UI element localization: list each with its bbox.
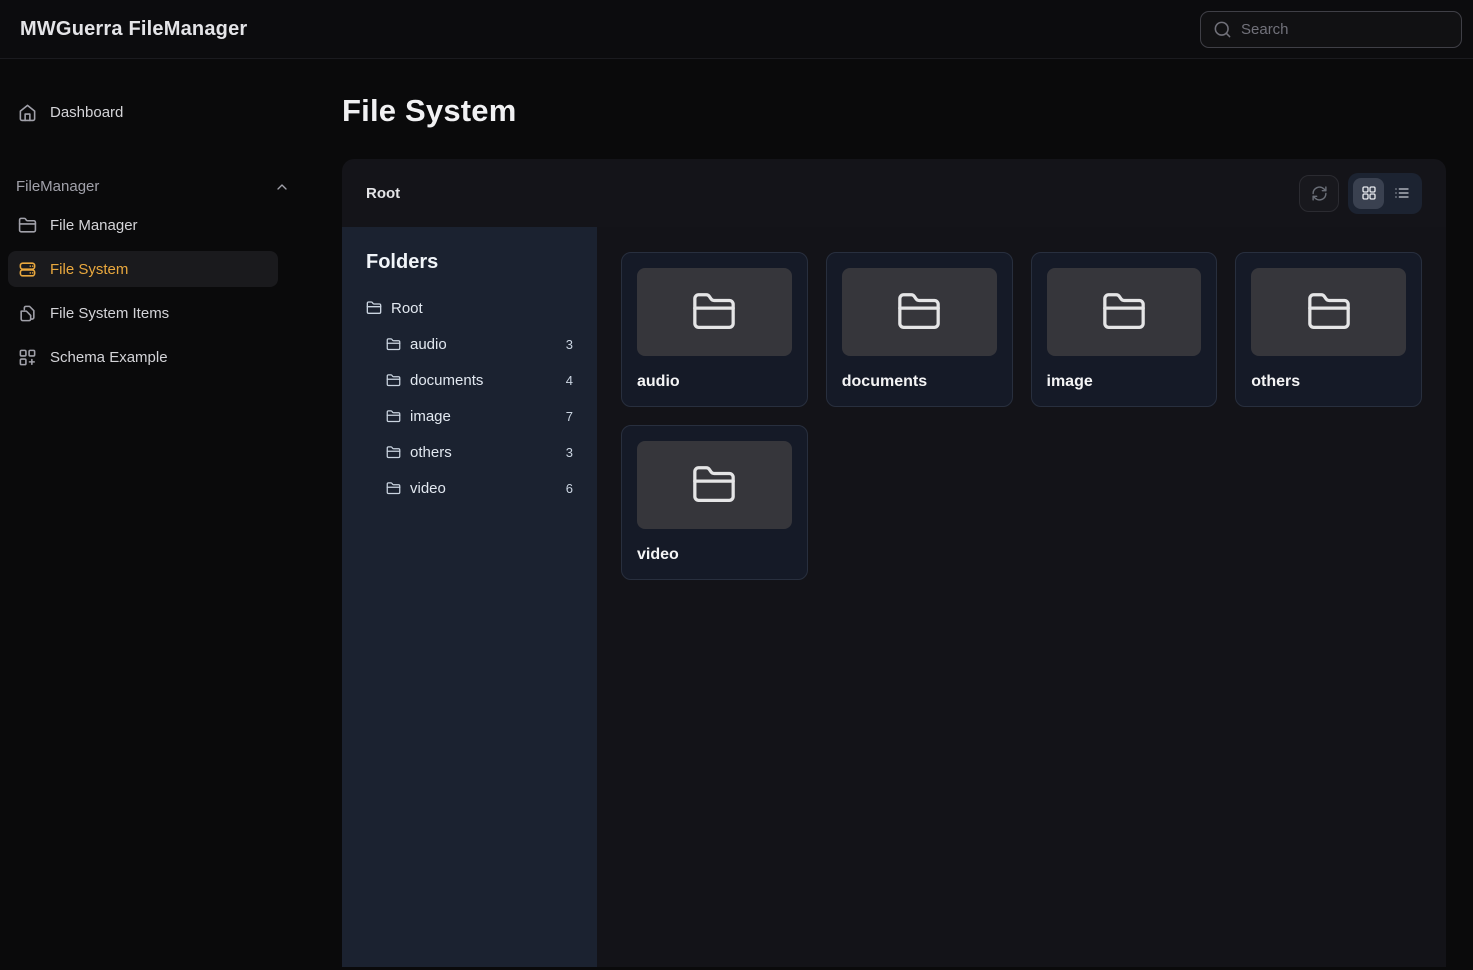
tree-item-audio[interactable]: audio 3 [386,326,573,362]
folder-thumbnail [637,441,792,529]
panel-body: Folders Root audio 3 [342,227,1446,967]
folder-grid-area: audio documents image [597,227,1446,967]
folder-icon [18,216,37,235]
folder-thumbnail [637,268,792,356]
breadcrumb[interactable]: Root [366,185,400,202]
sidebar-item-label: Dashboard [50,104,123,121]
list-view-icon [1394,185,1410,201]
server-icon [18,260,37,279]
tree-item-documents[interactable]: documents 4 [386,362,573,398]
sidebar-item-label: File System [50,261,128,278]
main-content: File System Root [342,59,1446,970]
tree-item-label: image [410,408,451,425]
folder-icon [386,337,401,352]
tree-item-label: Root [391,300,423,317]
chevron-up-icon[interactable] [274,179,290,195]
folders-tree-panel: Folders Root audio 3 [342,227,597,967]
grid-plus-icon [18,348,37,367]
sidebar-item-file-system[interactable]: File System [8,251,278,287]
folder-card-label: image [1047,373,1202,391]
search-icon [1213,20,1232,39]
tree-item-image[interactable]: image 7 [386,398,573,434]
panel-toolbar: Root [342,159,1446,227]
folder-icon [386,445,401,460]
sidebar: Dashboard FileManager File Manager File … [0,59,310,970]
folder-thumbnail [1047,268,1202,356]
tree-item-video[interactable]: video 6 [386,470,573,506]
section-label: FileManager [16,178,99,195]
folder-icon [386,373,401,388]
refresh-button[interactable] [1299,175,1339,212]
folder-thumbnail [1251,268,1406,356]
folder-card-image[interactable]: image [1031,252,1218,407]
tree-item-count: 7 [566,409,573,424]
refresh-icon [1311,185,1328,202]
folder-icon [386,481,401,496]
folder-card-video[interactable]: video [621,425,808,580]
list-view-button[interactable] [1386,178,1417,209]
sidebar-item-file-system-items[interactable]: File System Items [8,295,278,331]
tree-item-count: 4 [566,373,573,388]
folder-icon [691,289,737,335]
grid-view-button[interactable] [1353,178,1384,209]
toolbar-actions [1299,173,1422,214]
tree-item-others[interactable]: others 3 [386,434,573,470]
folder-icon [691,462,737,508]
search-box[interactable] [1200,11,1462,48]
folder-grid: audio documents image [621,252,1422,580]
tree-item-count: 3 [566,445,573,460]
folder-card-label: documents [842,373,997,391]
folder-card-audio[interactable]: audio [621,252,808,407]
copy-icon [18,304,37,323]
folder-icon [386,409,401,424]
tree-item-label: documents [410,372,483,389]
folders-heading: Folders [366,251,573,274]
tree-item-count: 3 [566,337,573,352]
home-icon [18,103,37,122]
topbar: MWGuerra FileManager [0,0,1473,59]
tree-item-label: video [410,480,446,497]
folder-icon [1101,289,1147,335]
folder-card-documents[interactable]: documents [826,252,1013,407]
tree-item-root[interactable]: Root [366,290,573,326]
sidebar-item-label: Schema Example [50,349,168,366]
sidebar-item-label: File Manager [50,217,138,234]
grid-view-icon [1361,185,1377,201]
sidebar-item-dashboard[interactable]: Dashboard [8,94,278,130]
app-title: MWGuerra FileManager [20,18,247,41]
search-input[interactable] [1241,21,1449,38]
sidebar-section-filemanager[interactable]: FileManager [8,178,302,195]
folder-thumbnail [842,268,997,356]
tree-item-label: others [410,444,452,461]
sidebar-section-items: File Manager File System File System Ite… [8,207,302,375]
page-title: File System [342,93,1446,129]
folder-card-others[interactable]: others [1235,252,1422,407]
folder-card-label: video [637,546,792,564]
folder-icon [896,289,942,335]
sidebar-item-schema-example[interactable]: Schema Example [8,339,278,375]
folder-card-label: others [1251,373,1406,391]
tree-item-count: 6 [566,481,573,496]
tree-item-label: audio [410,336,447,353]
file-browser-panel: Root [342,159,1446,967]
sidebar-item-file-manager[interactable]: File Manager [8,207,278,243]
folder-icon [1306,289,1352,335]
folder-icon [366,300,382,316]
view-toggle-group [1348,173,1422,214]
sidebar-item-label: File System Items [50,305,169,322]
folder-card-label: audio [637,373,792,391]
